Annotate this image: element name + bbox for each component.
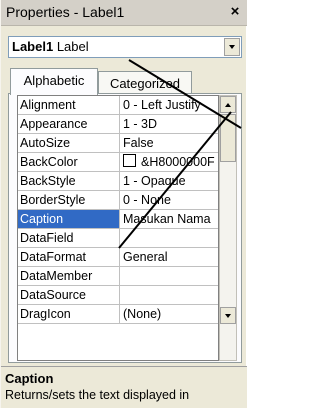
tab-categorized-label: Categorized: [109, 76, 181, 91]
tab-alphabetic[interactable]: Alphabetic: [10, 68, 98, 95]
property-value[interactable]: False: [121, 134, 218, 152]
property-name: DataFormat: [18, 248, 120, 266]
property-grid-scrollbar[interactable]: [219, 95, 237, 361]
property-value[interactable]: [121, 267, 218, 285]
property-name: AutoSize: [18, 134, 120, 152]
property-name: DragIcon: [18, 305, 120, 323]
property-row-datamember[interactable]: DataMember: [18, 267, 218, 286]
property-value[interactable]: &H8000000F: [121, 153, 218, 171]
property-value[interactable]: [121, 286, 218, 304]
description-text: Returns/sets the text displayed in: [5, 388, 190, 402]
scroll-up-icon: [225, 103, 231, 107]
object-selector-label: Label1 Label: [12, 39, 89, 54]
scrollbar-thumb[interactable]: [220, 114, 236, 162]
property-name: DataField: [18, 229, 120, 247]
property-value[interactable]: [121, 229, 218, 247]
description-title: Caption: [5, 371, 54, 386]
color-swatch-icon: [123, 154, 136, 167]
title-bar[interactable]: Properties - Label1 ×: [1, 0, 247, 26]
property-row-dragicon[interactable]: DragIcon (None): [18, 305, 218, 324]
property-value[interactable]: 1 - Opaque: [121, 172, 218, 190]
property-name: DataMember: [18, 267, 120, 285]
properties-window: Properties - Label1 × Label1 Label Alpha…: [0, 0, 247, 408]
property-row-backstyle[interactable]: BackStyle 1 - Opaque: [18, 172, 218, 191]
property-row-autosize[interactable]: AutoSize False: [18, 134, 218, 153]
scroll-up-button[interactable]: [220, 96, 236, 113]
property-name: BorderStyle: [18, 191, 120, 209]
property-value[interactable]: 0 - None: [121, 191, 218, 209]
property-row-datafield[interactable]: DataField: [18, 229, 218, 248]
property-row-appearance[interactable]: Appearance 1 - 3D: [18, 115, 218, 134]
property-name: Appearance: [18, 115, 120, 133]
property-value[interactable]: (None): [121, 305, 218, 323]
object-name: Label1: [12, 39, 54, 54]
tab-alphabetic-label: Alphabetic: [23, 73, 85, 88]
property-name: DataSource: [18, 286, 120, 304]
property-value[interactable]: 1 - 3D: [121, 115, 218, 133]
object-selector[interactable]: Label1 Label: [8, 36, 242, 58]
property-row-dataformat[interactable]: DataFormat General: [18, 248, 218, 267]
property-row-backcolor[interactable]: BackColor &H8000000F: [18, 153, 218, 172]
property-name: BackStyle: [18, 172, 120, 190]
window-title: Properties - Label1: [6, 4, 125, 20]
value-dropdown-button[interactable]: [220, 307, 236, 324]
property-value-input[interactable]: Masukan Nama: [121, 210, 218, 228]
property-row-caption[interactable]: Caption Masukan Nama: [18, 210, 218, 229]
object-selector-dropdown-button[interactable]: [224, 38, 240, 56]
property-name: BackColor: [18, 153, 120, 171]
tab-categorized[interactable]: Categorized: [98, 71, 192, 95]
chevron-down-icon: [225, 314, 231, 318]
property-row-borderstyle[interactable]: BorderStyle 0 - None: [18, 191, 218, 210]
description-pane: Caption Returns/sets the text displayed …: [1, 366, 247, 408]
property-grid: Alignment 0 - Left Justify Appearance 1 …: [17, 95, 219, 361]
property-value[interactable]: 0 - Left Justify: [121, 96, 218, 114]
close-icon[interactable]: ×: [227, 4, 243, 20]
object-type: Label: [56, 39, 89, 54]
property-value[interactable]: General: [121, 248, 218, 266]
property-row-datasource[interactable]: DataSource: [18, 286, 218, 305]
property-value-text: &H8000000F: [141, 155, 215, 169]
property-row-alignment[interactable]: Alignment 0 - Left Justify: [18, 96, 218, 115]
property-name: Caption: [18, 210, 120, 228]
property-name: Alignment: [18, 96, 120, 114]
chevron-down-icon: [229, 45, 235, 49]
